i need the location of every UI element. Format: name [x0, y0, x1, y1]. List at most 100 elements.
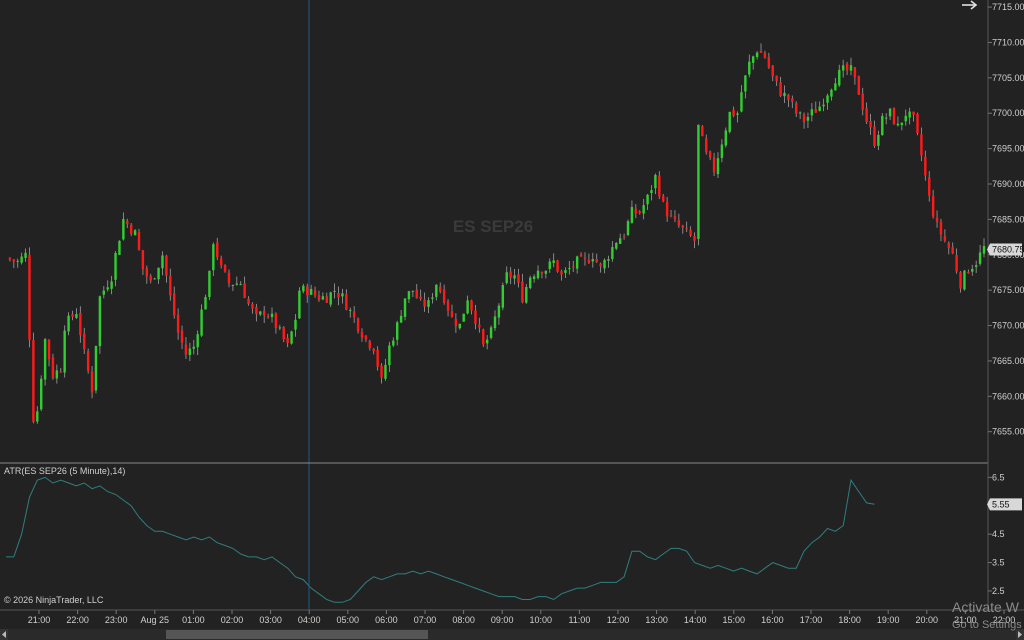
candle-body-down	[673, 216, 677, 219]
candle	[32, 332, 35, 424]
candle-body-up	[849, 65, 853, 71]
candle-body-up	[615, 242, 618, 249]
time-tick-label: 19:00	[877, 615, 900, 625]
candle-body-up	[744, 75, 747, 92]
candle-body-down	[787, 94, 790, 100]
candle-body-up	[505, 272, 508, 284]
candle-body-down	[775, 75, 778, 82]
candle-body-up	[43, 339, 47, 380]
candle-body-up	[395, 322, 399, 340]
candle-body-down	[482, 329, 485, 345]
candle-body-up	[388, 345, 391, 366]
candle-body-down	[180, 330, 184, 343]
candle-body-up	[904, 115, 907, 122]
scrollbar-thumb[interactable]	[166, 630, 428, 639]
candle-body-up	[720, 144, 724, 159]
price-tick-label: 7715.00	[992, 2, 1024, 12]
candle-body-up	[513, 275, 516, 279]
candle-body-down	[677, 220, 681, 226]
candle-body-up	[122, 218, 125, 240]
atr-tick-label: 6.5	[992, 472, 1005, 482]
candle-body-up	[259, 311, 262, 315]
candle-body-down	[861, 93, 864, 110]
candle-body-down	[521, 281, 524, 303]
candle	[881, 113, 884, 136]
candle-body-down	[372, 348, 375, 352]
last-atr-label: 5.55	[992, 499, 1010, 509]
candle-body-down	[364, 335, 368, 340]
candle-body-down	[474, 310, 477, 324]
candle-body-down	[286, 338, 289, 344]
candle	[724, 127, 728, 148]
candle-body-down	[959, 272, 962, 289]
candle-body-up	[157, 267, 160, 280]
candle-body-down	[262, 310, 266, 316]
candle-body-up	[302, 285, 305, 292]
candle	[525, 284, 528, 304]
candle	[701, 125, 704, 137]
time-tick-label: 06:00	[375, 615, 398, 625]
candle	[462, 313, 465, 322]
time-tick-label: 02:00	[221, 615, 244, 625]
candle-body-down	[86, 351, 90, 371]
candle-body-up	[489, 327, 493, 338]
candle-body-down	[869, 120, 872, 128]
last-price-marker: 7680.75	[987, 243, 1024, 256]
time-tick-label: 20:00	[916, 615, 939, 625]
atr-tick-label: 2.5	[992, 586, 1005, 596]
candle-body-down	[587, 259, 591, 263]
candle-body-down	[599, 263, 602, 267]
candle-body-down	[223, 264, 227, 272]
candle-body-down	[924, 156, 927, 176]
candle-body-down	[255, 306, 258, 315]
candle	[963, 269, 966, 291]
candle-body-down	[892, 108, 896, 125]
candle-body-up	[716, 158, 720, 175]
candle-body-up	[235, 283, 239, 285]
candle-body-up	[626, 221, 630, 236]
candle-body-down	[129, 224, 133, 234]
candle-body-down	[662, 196, 665, 202]
candle-body-down	[771, 65, 774, 77]
time-tick-label: Aug 25	[141, 615, 170, 625]
candle-body-up	[94, 345, 98, 391]
time-tick-label: 05:00	[337, 615, 360, 625]
candle-body-up	[290, 331, 293, 344]
candle-body-up	[188, 348, 192, 355]
candle-body-up	[36, 411, 39, 422]
candle-body-down	[90, 371, 94, 393]
time-tick-label: 03:00	[259, 615, 282, 625]
candle-body-down	[419, 296, 422, 300]
candle	[528, 275, 532, 290]
candle-body-down	[345, 294, 348, 310]
candle-body-down	[227, 272, 231, 284]
chart-canvas[interactable]: ES SEP26 7655.00 7660.00 7665.00 7670.00 767…	[0, 0, 1024, 640]
horizontal-scrollbar[interactable]	[0, 629, 1024, 640]
candle	[857, 75, 861, 95]
candle-body-up	[822, 104, 825, 107]
candle-body-up	[603, 259, 606, 269]
time-tick-label: 12:00	[607, 615, 630, 625]
candle-body-up	[110, 281, 113, 289]
price-tick-label: 7665.00	[992, 356, 1024, 366]
candle-body-up	[407, 291, 411, 300]
candle	[51, 353, 55, 380]
candle-body-down	[857, 76, 861, 95]
scroll-left-arrow-icon[interactable]	[0, 629, 8, 640]
candle	[208, 270, 211, 301]
candle-body-up	[818, 106, 821, 111]
candle	[223, 264, 227, 273]
candle-body-up	[75, 314, 78, 318]
time-tick-label: 08:00	[452, 615, 475, 625]
candle-body-up	[493, 316, 497, 329]
candle-body-down	[176, 314, 180, 333]
time-tick-label: 07:00	[414, 615, 437, 625]
candle-body-up	[544, 270, 548, 274]
candle-body-up	[900, 122, 904, 126]
candle-body-up	[153, 278, 156, 280]
candle-body-up	[826, 95, 829, 103]
scrollbar-track[interactable]	[0, 629, 1024, 640]
last-price-label: 7680.75	[992, 244, 1024, 254]
candle-body-up	[466, 300, 469, 314]
candle-body-up	[971, 268, 974, 272]
